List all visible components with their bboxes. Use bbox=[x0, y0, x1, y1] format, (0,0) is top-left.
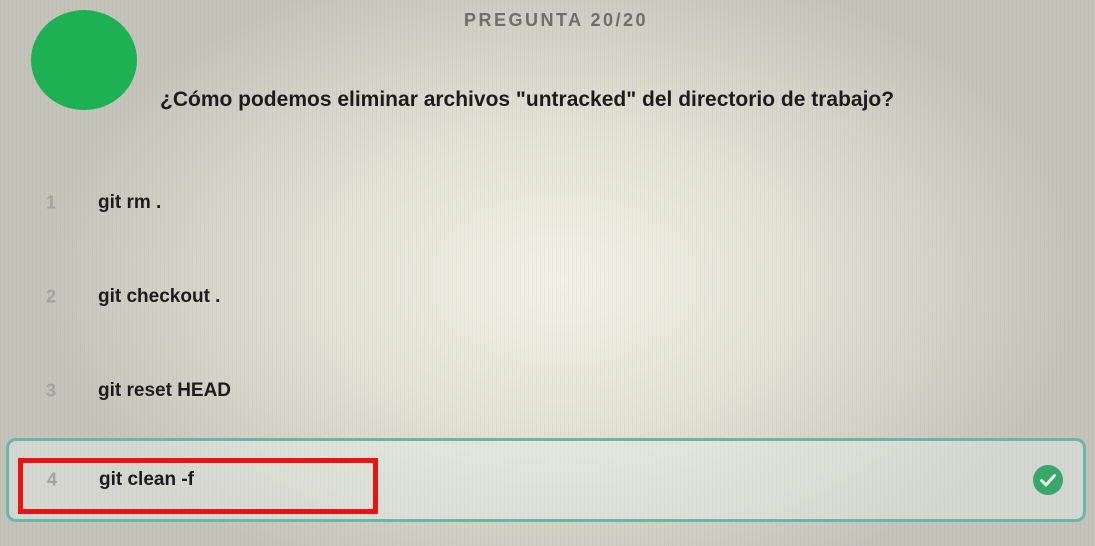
option-number: 2 bbox=[46, 286, 57, 307]
answer-option-3[interactable]: 3 git reset HEAD bbox=[6, 349, 1086, 433]
option-label: git rm . bbox=[98, 192, 162, 213]
answer-option-1[interactable]: 1 git rm . bbox=[6, 161, 1086, 245]
annotation-highlight-box bbox=[18, 458, 378, 514]
answer-option-2[interactable]: 2 git checkout . bbox=[6, 255, 1086, 339]
option-label: git checkout . bbox=[98, 286, 221, 307]
option-number: 1 bbox=[46, 192, 57, 213]
option-label: git reset HEAD bbox=[98, 380, 232, 401]
check-circle-icon bbox=[1033, 465, 1063, 495]
quiz-screen: PREGUNTA 20/20 ¿Cómo podemos eliminar ar… bbox=[0, 0, 1095, 546]
option-number: 3 bbox=[46, 380, 57, 401]
